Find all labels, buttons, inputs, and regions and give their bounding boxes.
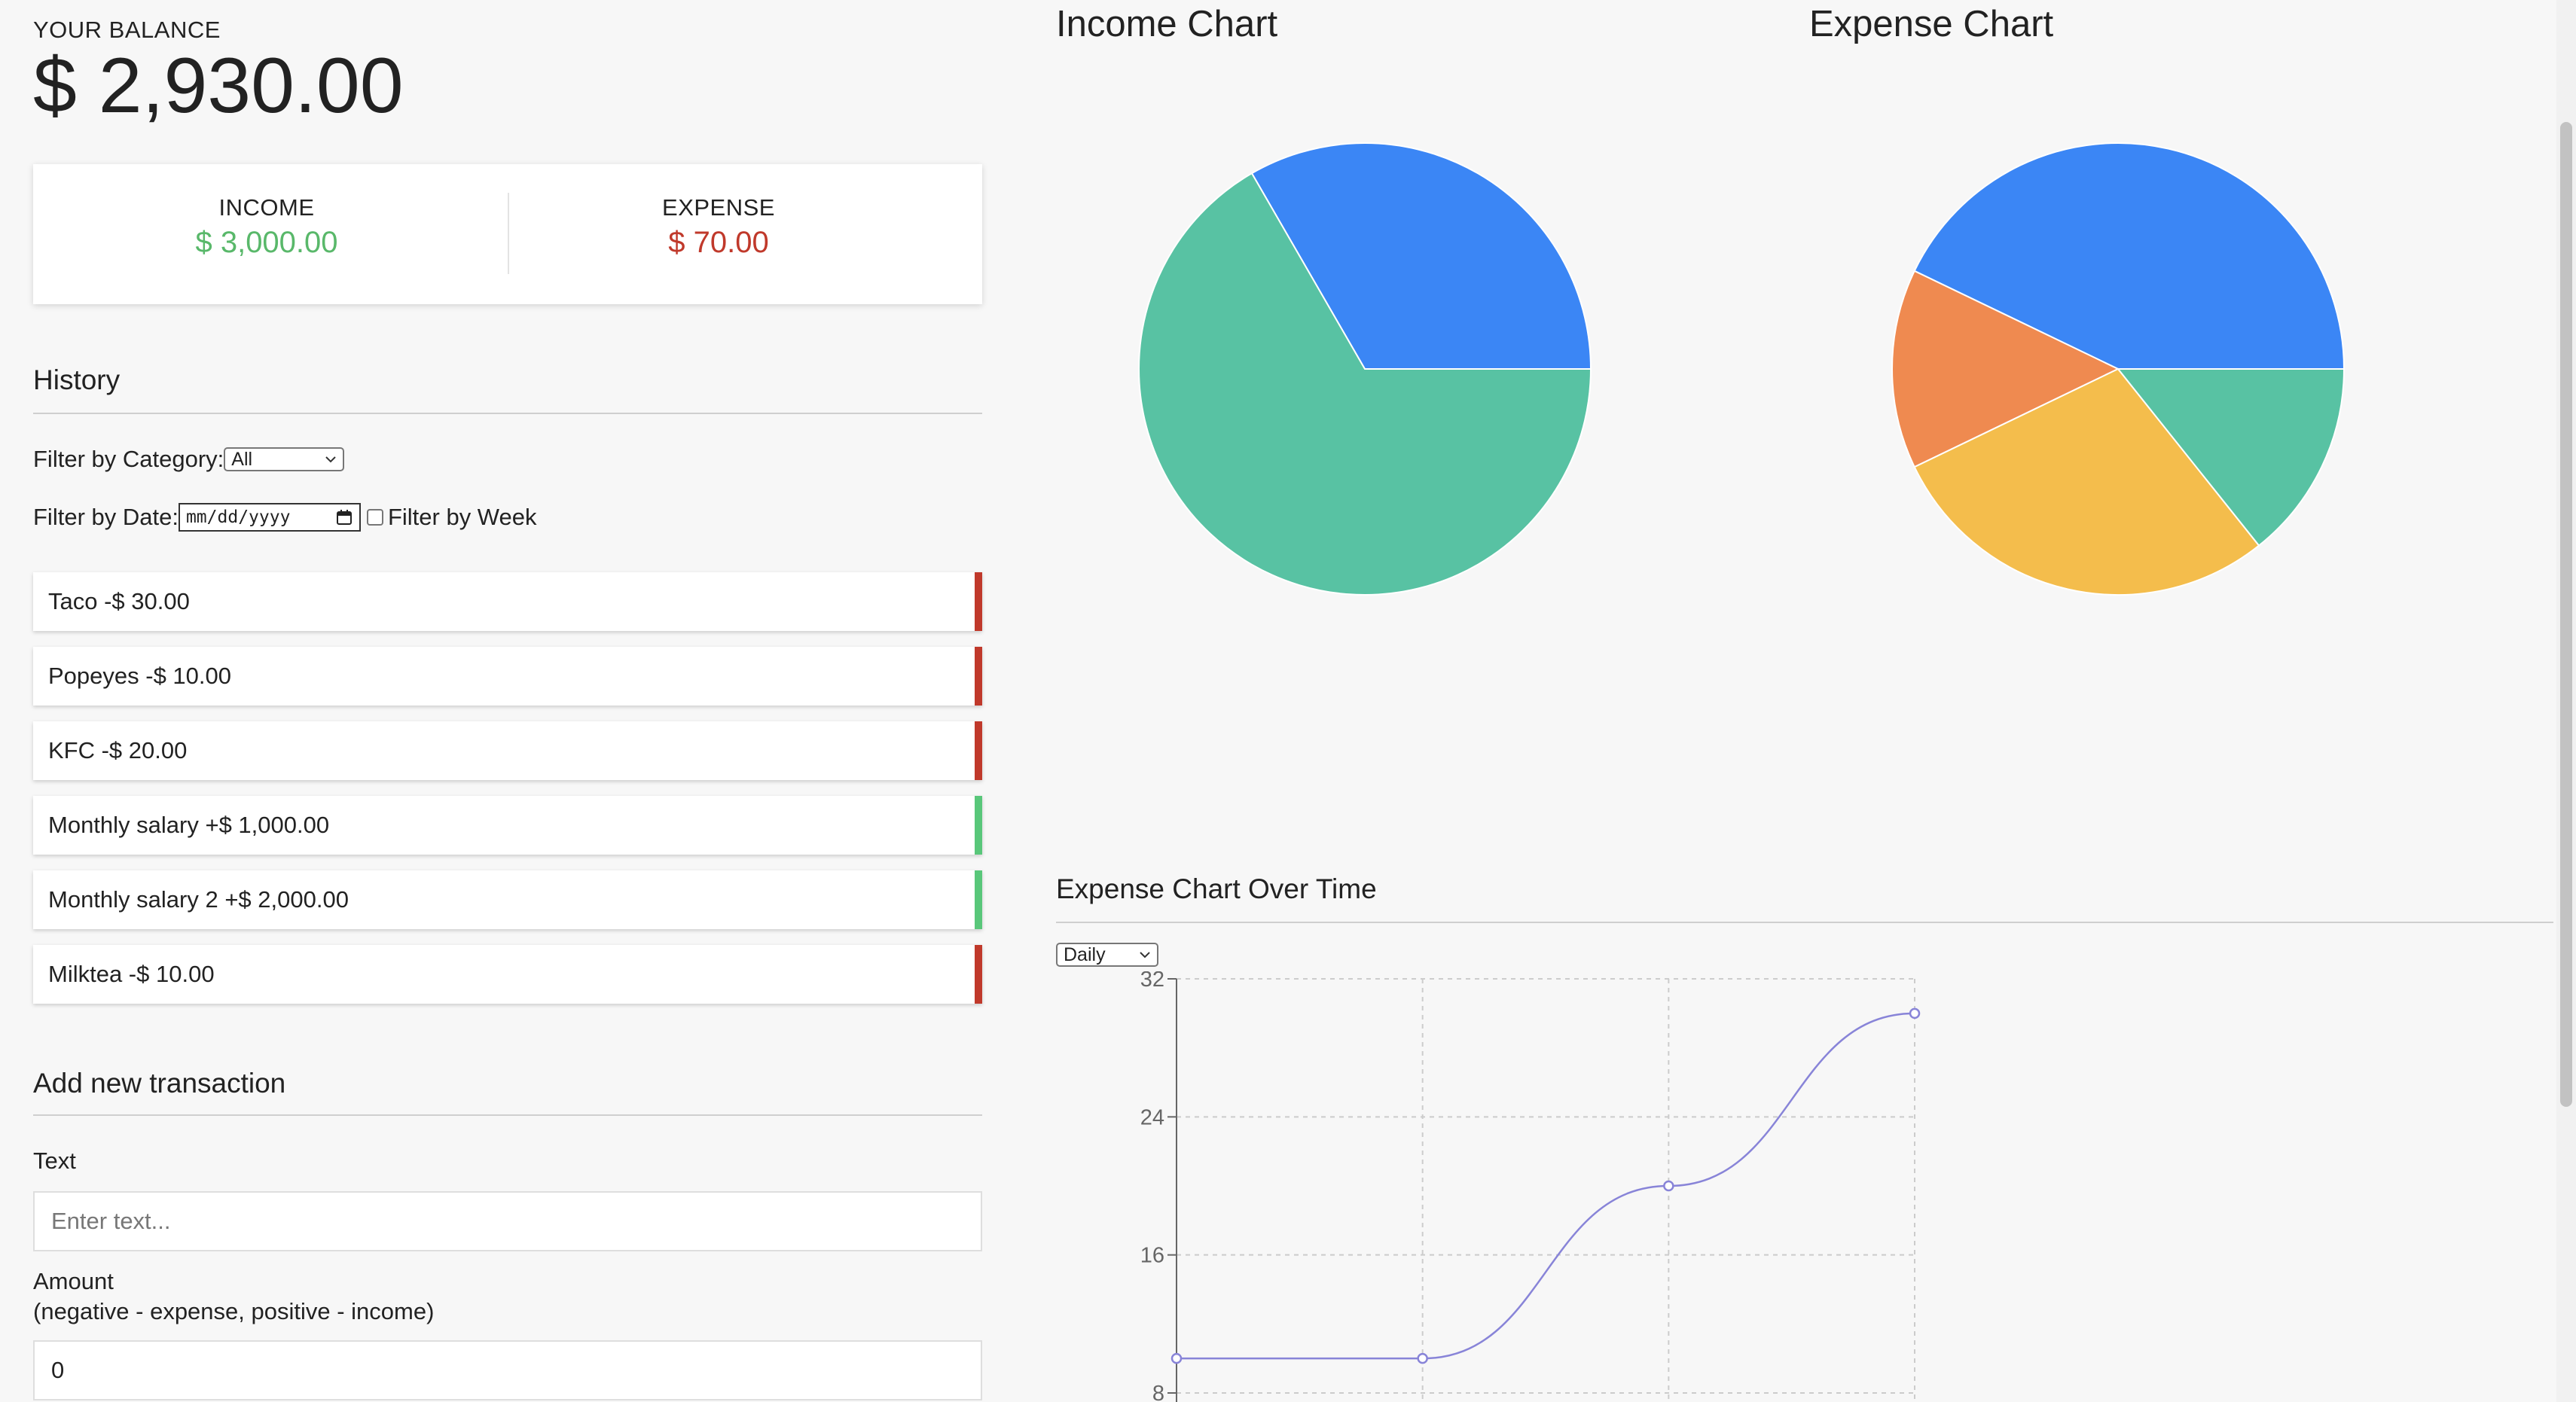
history-title: History <box>33 364 121 395</box>
amount-hint: (negative - expense, positive - income) <box>33 1298 435 1324</box>
y-tick-label: 16 <box>1140 1244 1164 1268</box>
expense-indicator <box>975 647 982 706</box>
chevron-down-icon <box>1140 952 1150 959</box>
category-select[interactable]: All <box>224 447 345 471</box>
category-filter-row: Filter by Category: All <box>33 446 345 473</box>
expense-pie-chart <box>1891 142 2346 596</box>
data-point[interactable] <box>1417 1352 1428 1364</box>
expense-summary: EXPENSE $ 70.00 <box>470 194 967 260</box>
list-item[interactable]: KFC -$ 20.00 <box>33 721 982 780</box>
filter-week-label: Filter by Week <box>387 504 537 530</box>
add-transaction-divider <box>33 1114 982 1116</box>
income-pie-chart <box>1138 142 1592 596</box>
over-time-divider <box>1056 922 2553 923</box>
expense-indicator <box>975 721 982 780</box>
calendar-icon[interactable] <box>335 508 353 526</box>
y-tick-label: 8 <box>1152 1382 1164 1402</box>
expense-label: EXPENSE <box>662 194 775 221</box>
period-select[interactable]: Daily <box>1056 943 1158 967</box>
text-input-placeholder: Enter text... <box>51 1208 171 1234</box>
data-point[interactable] <box>1663 1180 1674 1192</box>
date-filter-label: Filter by Date: <box>33 504 179 530</box>
expense-chart-title: Expense Chart <box>1809 4 2054 44</box>
expense-line-chart: 8 16 24 32 <box>1140 971 1921 1402</box>
date-filter-row: Filter by Date: mm/dd/yyyy Filter by Wee… <box>33 503 537 532</box>
expense-indicator <box>975 572 982 631</box>
amount-field-label: Amount <box>33 1268 114 1294</box>
balance-value: $ 2,930.00 <box>33 42 404 130</box>
chevron-down-icon <box>325 456 336 463</box>
text-input[interactable]: Enter text... <box>33 1191 982 1251</box>
expense-over-time-title: Expense Chart Over Time <box>1056 873 1377 904</box>
data-point[interactable] <box>1170 1352 1183 1364</box>
transaction-text: Popeyes -$ 10.00 <box>48 663 232 689</box>
income-expense-card: INCOME $ 3,000.00 EXPENSE $ 70.00 <box>33 164 982 304</box>
filter-week-checkbox[interactable] <box>366 509 383 526</box>
amount-input[interactable]: 0 <box>33 1340 982 1400</box>
add-transaction-title: Add new transaction <box>33 1068 286 1099</box>
category-filter-label: Filter by Category: <box>33 446 224 472</box>
text-field-label: Text <box>33 1148 76 1174</box>
transaction-text: KFC -$ 20.00 <box>48 737 188 763</box>
period-select-value: Daily <box>1064 943 1106 965</box>
transaction-text: Monthly salary 2 +$ 2,000.00 <box>48 886 349 913</box>
series-line <box>1177 1012 1915 1360</box>
expense-value: $ 70.00 <box>668 226 769 259</box>
income-chart-title: Income Chart <box>1056 4 1278 44</box>
history-divider <box>33 413 982 414</box>
transaction-text: Milktea -$ 10.00 <box>48 961 215 987</box>
list-item[interactable]: Popeyes -$ 10.00 <box>33 647 982 706</box>
page-scrollbar[interactable] <box>2556 0 2576 1402</box>
scrollbar-thumb[interactable] <box>2560 122 2572 1107</box>
income-indicator <box>975 796 982 855</box>
date-filter-input[interactable]: mm/dd/yyyy <box>178 503 361 532</box>
data-point[interactable] <box>1909 1007 1921 1019</box>
date-placeholder: mm/dd/yyyy <box>185 507 291 527</box>
transaction-list: Taco -$ 30.00 Popeyes -$ 10.00 KFC -$ 20… <box>33 572 982 1019</box>
y-tick-label: 32 <box>1140 971 1164 992</box>
list-item[interactable]: Milktea -$ 10.00 <box>33 945 982 1004</box>
list-item[interactable]: Monthly salary 2 +$ 2,000.00 <box>33 870 982 929</box>
income-summary: INCOME $ 3,000.00 <box>33 194 500 260</box>
list-item[interactable]: Taco -$ 30.00 <box>33 572 982 631</box>
transaction-text: Taco -$ 30.00 <box>48 588 190 614</box>
income-value: $ 3,000.00 <box>195 226 338 259</box>
amount-input-value: 0 <box>51 1357 65 1383</box>
expense-indicator <box>975 945 982 1004</box>
list-item[interactable]: Monthly salary +$ 1,000.00 <box>33 796 982 855</box>
income-indicator <box>975 870 982 929</box>
balance-label: YOUR BALANCE <box>33 17 221 43</box>
income-label: INCOME <box>218 194 315 221</box>
transaction-text: Monthly salary +$ 1,000.00 <box>48 812 330 838</box>
category-select-value: All <box>231 448 253 470</box>
y-tick-label: 24 <box>1140 1105 1164 1129</box>
